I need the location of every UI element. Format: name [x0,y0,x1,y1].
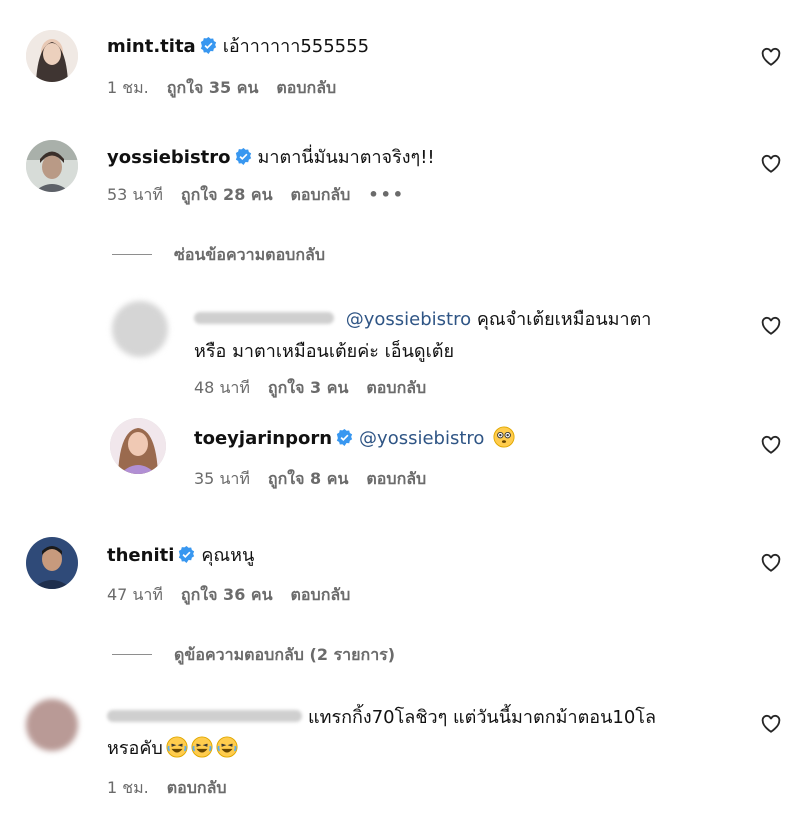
reply-button[interactable]: ตอบกลับ [276,78,336,97]
laughing-face-icon [166,736,188,758]
view-replies-toggle[interactable]: ดูข้อความตอบกลับ (2 รายการ) [112,643,395,668]
avatar[interactable] [26,537,78,589]
likes-count[interactable]: ถูกใจ 36 คน [181,585,273,604]
hide-replies-toggle[interactable]: ซ่อนข้อความตอบกลับ [112,243,325,268]
likes-count[interactable]: ถูกใจ 8 คน [268,469,348,488]
username[interactable]: toeyjarinporn [194,428,332,449]
more-options-icon[interactable]: ••• [368,185,405,204]
view-replies-label: ดูข้อความตอบกลับ (2 รายการ) [174,645,396,664]
timestamp[interactable]: 53 นาที [107,185,163,204]
reply-button[interactable]: ตอบกลับ [291,185,351,204]
username[interactable]: yossiebistro [107,147,231,168]
comment-text: เอ้าาาาาา555555 [222,36,370,57]
heart-icon[interactable] [760,153,782,175]
verified-badge-icon [200,37,216,54]
reply-button[interactable]: ตอบกลับ [291,585,351,604]
reply-text-line1: คุณจำเต้ยเหมือนมาตา [476,309,652,330]
mention-link[interactable]: @yossiebistro [346,309,471,330]
timestamp[interactable]: 47 นาที [107,585,163,604]
laughing-face-icon [216,736,238,758]
avatar[interactable] [26,30,78,82]
divider [112,254,152,255]
avatar[interactable] [112,301,168,357]
username-blurred[interactable] [194,312,334,324]
likes-count[interactable]: ถูกใจ 28 คน [181,185,273,204]
likes-count[interactable]: ถูกใจ 35 คน [167,78,259,97]
username[interactable]: theniti [107,545,174,566]
avatar[interactable] [110,418,166,474]
verified-badge-icon [235,148,251,165]
comment-text: คุณหนู [201,545,255,566]
comment-text-line2: หรอคับ [107,738,163,759]
heart-icon[interactable] [760,713,782,735]
avatar[interactable] [26,140,78,192]
username-blurred[interactable] [107,710,302,722]
reply-button[interactable]: ตอบกลับ [366,469,426,488]
timestamp[interactable]: 48 นาที [194,378,250,397]
likes-count[interactable]: ถูกใจ 3 คน [268,378,348,397]
heart-icon[interactable] [760,434,782,456]
flushed-face-icon [493,426,515,448]
divider [112,654,152,655]
heart-icon[interactable] [760,315,782,337]
hide-replies-label: ซ่อนข้อความตอบกลับ [174,245,325,264]
heart-icon[interactable] [760,552,782,574]
reply-button[interactable]: ตอบกลับ [366,378,426,397]
timestamp[interactable]: 1 ชม. [107,778,149,797]
mention-link[interactable]: @yossiebistro [359,428,484,449]
reply-button[interactable]: ตอบกลับ [167,778,227,797]
comment-text-line1: แทรกกิ้ง70โลชิวๆ แต่วันนี้มาตกม้าตอน10โล [308,707,656,728]
laughing-face-icon [191,736,213,758]
avatar[interactable] [26,699,78,751]
comment-text: มาตานี่มันมาตาจริงๆ!! [257,147,435,168]
verified-badge-icon [336,429,353,446]
heart-icon[interactable] [760,46,782,68]
timestamp[interactable]: 35 นาที [194,469,250,488]
username[interactable]: mint.tita [107,36,196,57]
verified-badge-icon [179,546,195,563]
timestamp[interactable]: 1 ชม. [107,78,149,97]
reply-text-line2: หรือ มาตาเหมือนเต้ยค่ะ เอ็นดูเต้ย [194,341,454,362]
